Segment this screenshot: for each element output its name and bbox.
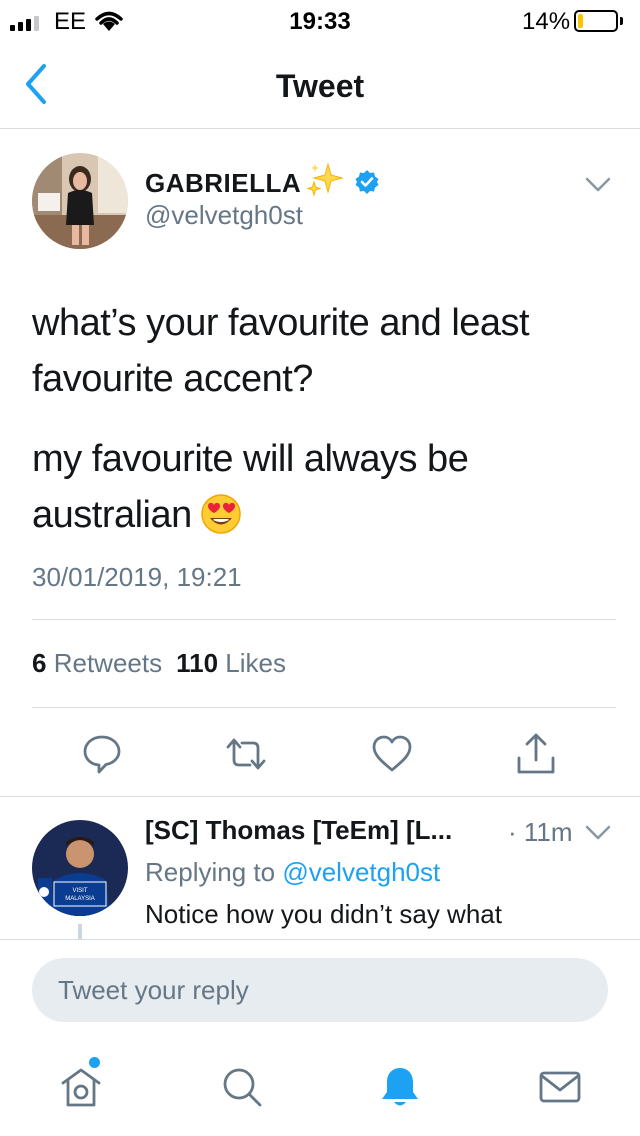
tweet-text-paragraph: my favourite will always be australian [32, 431, 612, 543]
page-title: Tweet [275, 68, 365, 104]
battery-level [578, 14, 583, 28]
divider [32, 707, 616, 708]
svg-text:VISIT: VISIT [72, 888, 87, 894]
battery-percentage: 14% [522, 8, 571, 35]
reply-icon [83, 735, 121, 774]
status-bar: EE 19:33 14% [0, 0, 640, 40]
heart-eyes-emoji [201, 494, 241, 534]
search-icon [223, 1068, 262, 1107]
tweet-detail-screen: EE 19:33 14% Tweet GABRIELLA @velvetgh0s… [0, 0, 640, 1136]
tweet-timestamp: 30/01/2019, 19:21 [32, 562, 242, 592]
author-handle: @velvetgh0st [145, 200, 303, 230]
tab-messages[interactable] [536, 1063, 584, 1111]
tab-notifications[interactable] [376, 1063, 424, 1111]
verified-badge-icon [355, 170, 379, 194]
nav-bar: Tweet [0, 40, 640, 129]
divider [32, 619, 616, 620]
tab-home[interactable] [57, 1063, 105, 1111]
reply-text: Notice how you didn’t say what [145, 899, 502, 929]
tab-search[interactable] [218, 1063, 266, 1111]
likes-label[interactable]: Likes [225, 648, 286, 678]
like-icon [372, 735, 412, 772]
divider [0, 796, 640, 797]
share-button[interactable] [514, 732, 558, 776]
retweets-count[interactable]: 6 [32, 648, 46, 678]
home-icon [61, 1068, 101, 1107]
reply-author-name[interactable]: [SC] Thomas [TeEm] [L... [145, 815, 452, 846]
thread-line [78, 924, 82, 940]
replying-to: Replying to @velvetgh0st [145, 857, 440, 888]
chevron-down-icon[interactable] [584, 824, 612, 842]
reply-input[interactable] [32, 958, 608, 1022]
tweet-text-paragraph: what’s your favourite and least favourit… [32, 302, 530, 400]
replying-to-mention[interactable]: @velvetgh0st [282, 857, 440, 887]
reply-button[interactable] [80, 732, 124, 776]
retweet-icon [226, 738, 266, 770]
tweet-stats: 6 Retweets 110 Likes [32, 648, 286, 679]
likes-count[interactable]: 110 [176, 648, 218, 678]
author-avatar[interactable] [32, 153, 128, 249]
battery-cap [620, 17, 623, 25]
messages-icon [539, 1071, 581, 1103]
author-name[interactable]: GABRIELLA [145, 168, 301, 199]
share-icon [517, 733, 555, 774]
retweet-button[interactable] [224, 732, 268, 776]
tweet-text-line: my favourite will always be australian [32, 438, 469, 536]
sparkles-emoji [306, 162, 344, 197]
replying-to-label: Replying to [145, 857, 276, 887]
retweets-label[interactable]: Retweets [54, 648, 162, 678]
battery-icon [574, 10, 618, 32]
home-notification-dot [89, 1057, 100, 1068]
notifications-icon [382, 1068, 418, 1106]
reply-avatar-image: VISIT MALAYSIA [32, 820, 128, 916]
svg-text:MALAYSIA: MALAYSIA [65, 896, 95, 902]
reply-time: · 11m [508, 817, 573, 847]
like-button[interactable] [370, 732, 414, 776]
reply-author-avatar[interactable]: VISIT MALAYSIA [32, 820, 128, 916]
author-avatar-image [32, 153, 128, 249]
chevron-down-icon[interactable] [584, 176, 612, 194]
